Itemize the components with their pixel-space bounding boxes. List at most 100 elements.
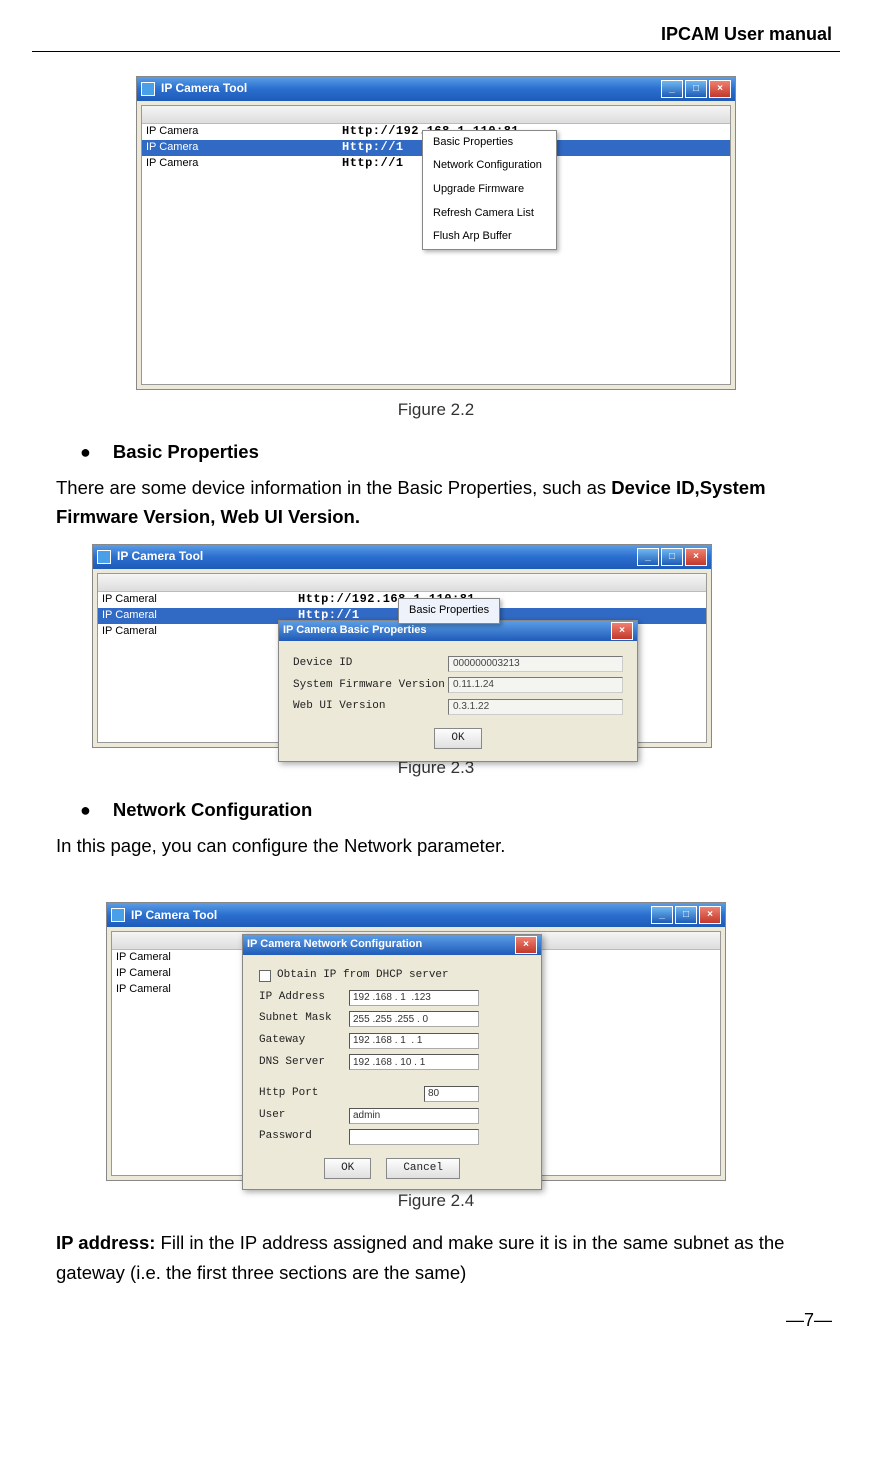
dialog-row: Device ID 000000003213 [293, 655, 623, 673]
dialog-titlebar: IP Camera Network Configuration × [243, 935, 541, 955]
section-heading: Network Configuration [113, 795, 312, 825]
label-firmware: System Firmware Version [293, 677, 448, 695]
fig24-list: IP Cameral IP Cameral IP Cameral IP Came… [111, 931, 721, 1176]
list-header [98, 574, 706, 592]
tooltip-label: Basic Properties [399, 599, 499, 623]
fig23-title: IP Camera Tool [117, 547, 203, 566]
camera-name: IP Camera [142, 123, 342, 141]
menu-basic-properties[interactable]: Basic Properties [423, 131, 556, 155]
bullet-basic-properties: ● Basic Properties [80, 437, 816, 467]
input-subnet[interactable] [349, 1011, 479, 1027]
input-ip[interactable] [349, 990, 479, 1006]
label-webui: Web UI Version [293, 698, 448, 716]
menu-upgrade-firmware[interactable]: Upgrade Firmware [423, 178, 556, 202]
label-password: Password [259, 1128, 349, 1146]
label-ip-address: IP address: [56, 1232, 155, 1253]
close-button[interactable]: × [699, 906, 721, 924]
value-firmware: 0.11.1.24 [448, 677, 623, 693]
input-gateway[interactable] [349, 1033, 479, 1049]
fig24-caption: Figure 2.4 [56, 1187, 816, 1214]
tooltip-basic: Basic Properties [398, 598, 500, 624]
menu-refresh-list[interactable]: Refresh Camera List [423, 202, 556, 226]
dialog-buttons: OK [293, 722, 623, 752]
cancel-button[interactable]: Cancel [386, 1158, 460, 1180]
dialog-buttons: OK Cancel [259, 1152, 525, 1182]
label-httpport: Http Port [259, 1085, 424, 1103]
dialog-row: Password [259, 1128, 525, 1146]
fig22-title: IP Camera Tool [161, 79, 247, 98]
maximize-button[interactable]: □ [661, 548, 683, 566]
dialog-title: IP Camera Basic Properties [283, 622, 426, 640]
label-device-id: Device ID [293, 655, 448, 673]
dialog-close-button[interactable]: × [611, 622, 633, 640]
page-content: IP Camera Tool _ □ × IP Camera Http://19… [32, 76, 840, 1288]
fig23-window: IP Camera Tool _ □ × IP Cameral Http://1… [92, 544, 712, 748]
camera-name: IP Cameral [98, 607, 298, 625]
dialog-row: Gateway [259, 1032, 525, 1050]
close-button[interactable]: × [709, 80, 731, 98]
dialog-row: DNS Server [259, 1054, 525, 1072]
dialog-row: User [259, 1107, 525, 1125]
text-ip-desc: Fill in the IP address assigned and make… [56, 1232, 784, 1283]
close-button[interactable]: × [685, 548, 707, 566]
dhcp-label: Obtain IP from DHCP server [277, 967, 449, 985]
input-dns[interactable] [349, 1054, 479, 1070]
fig22-list: IP Camera Http://192.168.1.110:81 IP Cam… [141, 105, 731, 385]
dialog-body: Obtain IP from DHCP server IP Address Su… [243, 955, 541, 1189]
minimize-button[interactable]: _ [637, 548, 659, 566]
label-gateway: Gateway [259, 1032, 349, 1050]
bullet-network-config: ● Network Configuration [80, 795, 816, 825]
fig23-list: IP Cameral Http://192.168.1.110:81 IP Ca… [97, 573, 707, 743]
camera-name: IP Cameral [98, 623, 298, 641]
maximize-button[interactable]: □ [675, 906, 697, 924]
dialog-titlebar: IP Camera Basic Properties × [279, 621, 637, 641]
maximize-button[interactable]: □ [685, 80, 707, 98]
value-device-id: 000000003213 [448, 656, 623, 672]
input-httpport[interactable] [424, 1086, 479, 1102]
dialog-row: Web UI Version 0.3.1.22 [293, 698, 623, 716]
camera-name: IP Camera [142, 155, 342, 173]
ok-button[interactable]: OK [324, 1158, 371, 1180]
camera-name: IP Cameral [98, 591, 298, 609]
minimize-button[interactable]: _ [651, 906, 673, 924]
text-basic-prefix: There are some device information in the… [56, 477, 611, 498]
menu-flush-arp[interactable]: Flush Arp Buffer [423, 225, 556, 249]
dhcp-checkbox[interactable] [259, 970, 271, 982]
dialog-row: Http Port [259, 1085, 525, 1103]
label-user: User [259, 1107, 349, 1125]
fig22-caption: Figure 2.2 [56, 396, 816, 423]
ok-button[interactable]: OK [434, 728, 481, 750]
dialog-title: IP Camera Network Configuration [247, 936, 422, 954]
fig23-titlebar: IP Camera Tool _ □ × [93, 545, 711, 569]
app-icon [97, 550, 111, 564]
fig22-titlebar: IP Camera Tool _ □ × [137, 77, 735, 101]
network-config-dialog: IP Camera Network Configuration × Obtain… [242, 934, 542, 1190]
list-header [142, 106, 730, 124]
dialog-body: Device ID 000000003213 System Firmware V… [279, 641, 637, 761]
app-icon [141, 82, 155, 96]
value-webui: 0.3.1.22 [448, 699, 623, 715]
dialog-close-button[interactable]: × [515, 936, 537, 954]
basic-properties-dialog: IP Camera Basic Properties × Device ID 0… [278, 620, 638, 762]
fig24-window: IP Camera Tool _ □ × IP Cameral IP Camer… [106, 902, 726, 1181]
dhcp-row: Obtain IP from DHCP server [259, 967, 525, 985]
menu-network-config[interactable]: Network Configuration [423, 154, 556, 178]
input-user[interactable] [349, 1108, 479, 1124]
header-title: IPCAM User manual [32, 20, 840, 49]
label-subnet: Subnet Mask [259, 1010, 349, 1028]
header-rule [32, 51, 840, 52]
paragraph-net: In this page, you can configure the Netw… [56, 831, 816, 861]
page-header: IPCAM User manual [32, 20, 840, 52]
bullet-icon: ● [80, 796, 91, 825]
paragraph-ip: IP address: Fill in the IP address assig… [56, 1228, 816, 1287]
context-menu: Basic Properties Network Configuration U… [422, 130, 557, 250]
page-footer: —7— [32, 1306, 840, 1335]
minimize-button[interactable]: _ [661, 80, 683, 98]
fig24-title: IP Camera Tool [131, 906, 217, 925]
input-password[interactable] [349, 1129, 479, 1145]
dialog-row: IP Address [259, 989, 525, 1007]
fig22-window: IP Camera Tool _ □ × IP Camera Http://19… [136, 76, 736, 390]
dialog-row: System Firmware Version 0.11.1.24 [293, 677, 623, 695]
bullet-icon: ● [80, 438, 91, 467]
app-icon [111, 908, 125, 922]
